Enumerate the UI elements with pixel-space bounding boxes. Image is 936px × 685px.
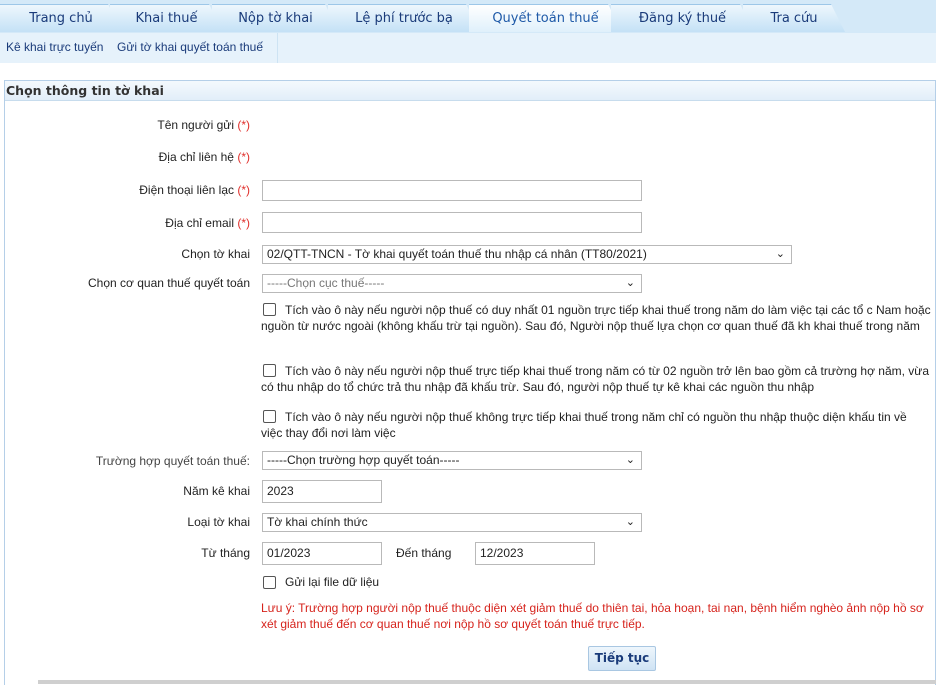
tab-quyet-toan-thue[interactable]: Quyết toán thuế xyxy=(469,4,622,32)
required-mark: (*) xyxy=(237,118,250,132)
settlement-case-label: Trường hợp quyết toán thuế: xyxy=(95,454,250,468)
declaration-type-label: Loại tờ khai xyxy=(187,515,250,529)
subnav-divider xyxy=(277,33,278,63)
select-value: Tờ khai chính thức xyxy=(267,515,368,529)
tab-dang-ky-thue[interactable]: Đăng ký thuế xyxy=(611,4,754,32)
resend-file-label: Gửi lại file dữ liệu xyxy=(285,575,380,589)
subnav-ke-khai-truc-tuyen[interactable]: Kê khai trực tuyến xyxy=(6,40,103,54)
to-month-label: Đến tháng xyxy=(396,546,452,560)
agency-label: Chọn cơ quan thuế quyết toán xyxy=(88,276,250,290)
address-label: Địa chỉ liên hệ (*) xyxy=(159,150,250,164)
checkbox-text: Tích vào ô này nếu người nộp thuế không … xyxy=(261,410,907,440)
declaration-type-select[interactable]: Tờ khai chính thức ⌄ xyxy=(262,513,642,532)
tab-khai-thue[interactable]: Khai thuế xyxy=(110,4,223,32)
year-label: Năm kê khai xyxy=(183,484,250,498)
required-mark: (*) xyxy=(237,183,250,197)
checkbox-text: Tích vào ô này nếu người nộp thuế có duy… xyxy=(261,303,931,333)
tab-nop-to-khai[interactable]: Nộp tờ khai xyxy=(212,4,339,32)
checkbox-text: Tích vào ô này nếu người nộp thuế trực t… xyxy=(261,364,929,394)
select-value: -----Chọn cục thuế----- xyxy=(267,276,385,290)
chevron-down-icon: ⌄ xyxy=(625,454,635,466)
sub-navigation: Kê khai trực tuyến Gửi tờ khai quyết toá… xyxy=(0,33,936,63)
settlement-case-select[interactable]: -----Chọn trường hợp quyết toán----- ⌄ xyxy=(262,451,642,470)
label-text: Địa chỉ liên hệ xyxy=(158,150,238,164)
tab-le-phi-truoc-ba[interactable]: Lệ phí trước bạ xyxy=(328,4,480,32)
tab-label: Đăng ký thuế xyxy=(638,11,727,26)
subnav-gui-to-khai-quyet-toan[interactable]: Gửi tờ khai quyết toán thuế xyxy=(117,40,263,54)
continue-button[interactable]: Tiếp tục xyxy=(588,646,656,671)
warning-note: Lưu ý: Trường hợp người nộp thuế thuộc d… xyxy=(261,601,924,631)
label-text: Địa chỉ email xyxy=(165,216,238,230)
form-select-label: Chọn tờ khai xyxy=(181,247,250,261)
from-month-input[interactable]: 01/2023 xyxy=(262,542,382,565)
from-month-label: Từ tháng xyxy=(201,546,250,560)
checkbox-single-source-text: Tích vào ô này nếu người nộp thuế có duy… xyxy=(261,302,931,334)
to-month-input[interactable]: 12/2023 xyxy=(475,542,595,565)
tax-agency-select[interactable]: -----Chọn cục thuế----- ⌄ xyxy=(262,274,642,293)
checkbox-resend-file[interactable] xyxy=(263,576,276,589)
email-label: Địa chỉ email (*) xyxy=(165,216,250,230)
tab-label: Lệ phí trước bạ xyxy=(355,11,453,26)
phone-label: Điện thoại liên lạc (*) xyxy=(139,183,250,197)
chevron-down-icon: ⌄ xyxy=(625,516,635,528)
label-text: Điện thoại liên lạc xyxy=(139,183,238,197)
chevron-down-icon: ⌄ xyxy=(625,277,635,289)
tab-label: Tra cứu xyxy=(770,11,818,26)
top-tab-bar: Trang chủ Khai thuế Nộp tờ khai Lệ phí t… xyxy=(0,0,936,33)
required-mark: (*) xyxy=(237,150,250,164)
required-mark: (*) xyxy=(237,216,250,230)
tab-label: Quyết toán thuế xyxy=(492,11,599,26)
tab-tra-cuu[interactable]: Tra cứu xyxy=(743,4,845,32)
chevron-down-icon: ⌄ xyxy=(775,248,785,260)
tab-label: Nộp tờ khai xyxy=(238,11,313,26)
label-text: Tên người gửi xyxy=(157,118,238,132)
tab-label: Khai thuế xyxy=(135,11,198,26)
checkbox-multiple-sources-text: Tích vào ô này nếu người nộp thuế trực t… xyxy=(261,363,931,395)
phone-input[interactable] xyxy=(262,180,642,201)
tab-trang-chu[interactable]: Trang chủ xyxy=(0,4,122,32)
panel-title: Chọn thông tin tờ khai xyxy=(5,81,935,101)
sender-name-label: Tên người gửi (*) xyxy=(157,118,250,132)
checkbox-no-direct-declaration-text: Tích vào ô này nếu người nộp thuế không … xyxy=(261,409,931,441)
year-input[interactable]: 2023 xyxy=(262,480,382,503)
select-value: 02/QTT-TNCN - Tờ khai quyết toán thuế th… xyxy=(267,247,647,261)
horizontal-scrollbar[interactable] xyxy=(38,680,936,684)
email-input[interactable] xyxy=(262,212,642,233)
tab-label: Trang chủ xyxy=(29,11,93,26)
form-type-select[interactable]: 02/QTT-TNCN - Tờ khai quyết toán thuế th… xyxy=(262,245,792,264)
select-value: -----Chọn trường hợp quyết toán----- xyxy=(267,453,460,467)
